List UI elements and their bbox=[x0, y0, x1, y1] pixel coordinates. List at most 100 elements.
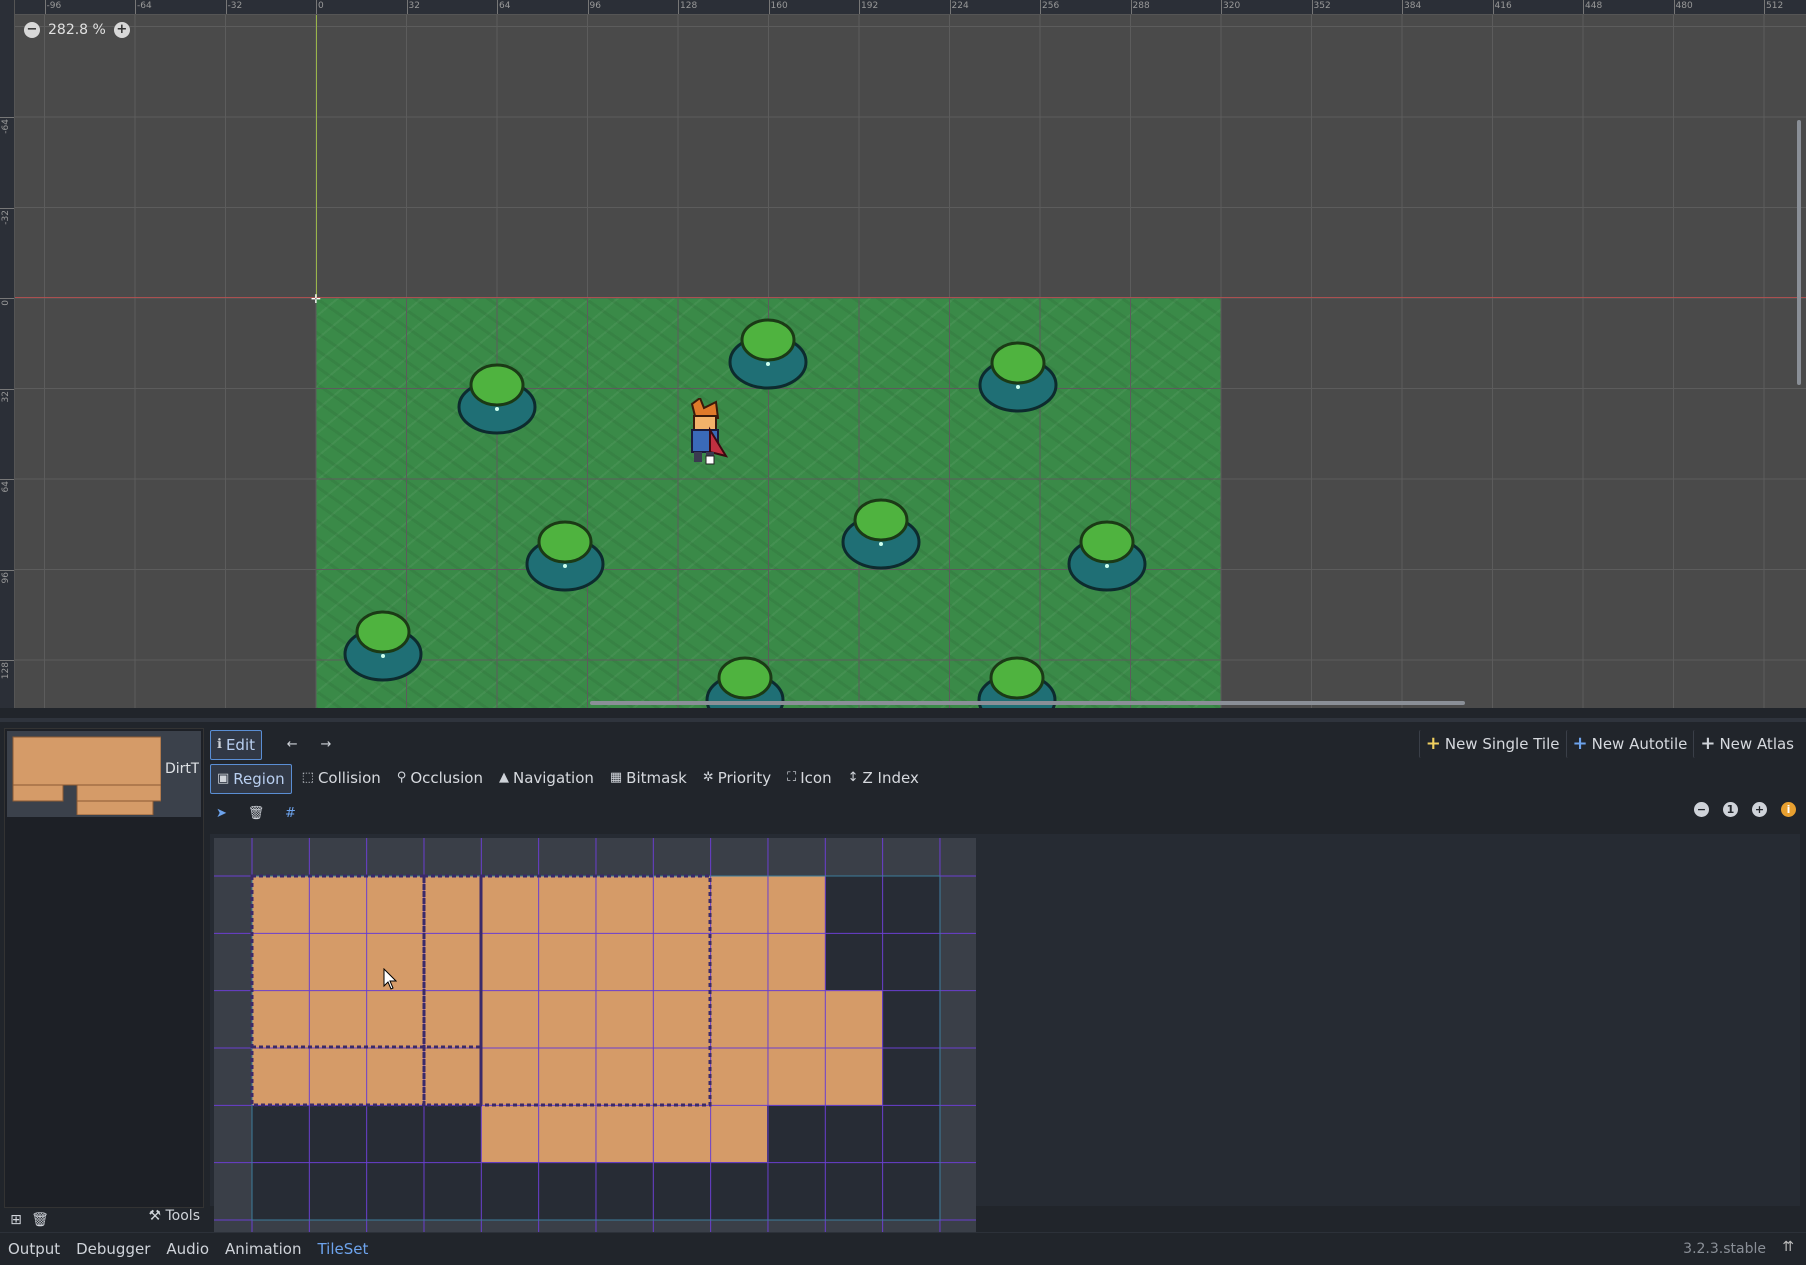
ruler-label: 256 bbox=[1042, 1, 1060, 11]
tools-button[interactable]: ⚒ Tools bbox=[148, 1208, 200, 1224]
new-atlas-button[interactable]: + New Atlas bbox=[1693, 730, 1800, 758]
edit-button[interactable]: ℹ Edit bbox=[210, 730, 263, 760]
ruler-label: 480 bbox=[1675, 1, 1693, 11]
trash-icon: 🗑 bbox=[247, 806, 265, 821]
tab-debugger[interactable]: Debugger bbox=[68, 1240, 158, 1258]
zoom-reset-icon[interactable]: 1 bbox=[1723, 802, 1738, 817]
player-sprite[interactable] bbox=[680, 398, 730, 468]
new-single-tile-label: New Single Tile bbox=[1444, 735, 1560, 753]
canvas-viewport[interactable]: ✛ -96 -64 -32 0 32 64 96 128 160 192 224 256 288 320 3… bbox=[0, 0, 1806, 708]
ruler-horizontal[interactable]: -96 -64 -32 0 32 64 96 128 160 192 224 256 288 320 352… bbox=[0, 0, 1806, 15]
new-autotile-button[interactable]: + New Autotile bbox=[1565, 730, 1694, 758]
ruler-label: -32 bbox=[227, 1, 243, 11]
tab-animation[interactable]: Animation bbox=[217, 1240, 309, 1258]
ruler-label: 320 bbox=[1223, 1, 1241, 11]
version-label: 3.2.3.stable bbox=[1683, 1241, 1766, 1257]
tab-icon[interactable]: ⛶ Icon bbox=[781, 764, 837, 792]
bush-sprite[interactable] bbox=[1066, 514, 1148, 592]
atlas-workspace[interactable] bbox=[210, 834, 1800, 1234]
zoom-in-icon[interactable]: + bbox=[113, 22, 130, 38]
x-axis-guide bbox=[14, 297, 1806, 298]
tab-collision[interactable]: ⬚ Collision bbox=[296, 764, 387, 792]
new-autotile-label: New Autotile bbox=[1591, 735, 1688, 753]
navigation-icon: ▲ bbox=[498, 770, 509, 785]
expand-panel-icon[interactable]: ⇈ bbox=[1782, 1239, 1794, 1255]
z-index-icon: ↕ bbox=[847, 770, 859, 785]
tab-label: Region bbox=[233, 770, 285, 788]
tab-occlusion[interactable]: ⚲ Occlusion bbox=[391, 764, 489, 792]
mouse-cursor-icon bbox=[383, 968, 397, 990]
ruler-vertical[interactable]: -64 -32 0 32 64 96 128 bbox=[0, 0, 15, 708]
tileset-atlas[interactable] bbox=[214, 838, 976, 1234]
tab-bitmask[interactable]: ▦ Bitmask bbox=[604, 764, 693, 792]
bush-sprite[interactable] bbox=[524, 514, 606, 592]
bush-sprite[interactable] bbox=[342, 604, 424, 682]
tile-list: DirtTileset bbox=[4, 728, 204, 1208]
bush-sprite[interactable] bbox=[976, 650, 1058, 708]
plus-icon: + bbox=[1425, 733, 1441, 754]
ruler-label: 96 bbox=[589, 1, 601, 11]
tab-label: Z Index bbox=[862, 769, 919, 787]
collision-icon: ⬚ bbox=[301, 770, 314, 785]
prev-tile-button[interactable]: ← bbox=[281, 731, 304, 759]
arrow-right-icon: → bbox=[320, 737, 332, 752]
plus-icon: + bbox=[1572, 733, 1588, 754]
bush-sprite[interactable] bbox=[840, 492, 922, 570]
tab-region[interactable]: ▣ Region bbox=[210, 764, 292, 794]
ruler-label: 192 bbox=[861, 1, 879, 11]
ruler-label: 0 bbox=[1, 300, 11, 306]
tab-label: Occlusion bbox=[410, 769, 483, 787]
bitmask-icon: ▦ bbox=[609, 770, 623, 785]
tile-name: DirtTileset bbox=[165, 761, 199, 777]
new-tile-buttons: + New Single Tile + New Autotile + New Atla… bbox=[1418, 730, 1800, 758]
ruler-tick bbox=[0, 388, 14, 390]
origin-marker: ✛ bbox=[311, 292, 322, 306]
tab-z-index[interactable]: ↕ Z Index bbox=[842, 764, 925, 792]
ruler-label: 160 bbox=[770, 1, 788, 11]
add-tile-icon[interactable]: ⊞ bbox=[4, 1208, 28, 1232]
tab-navigation[interactable]: ▲ Navigation bbox=[493, 764, 600, 792]
tile-list-item[interactable]: DirtTileset bbox=[7, 731, 201, 817]
edit-label: Edit bbox=[225, 736, 256, 754]
zoom-out-icon[interactable]: − bbox=[24, 22, 40, 38]
horizontal-scrollbar[interactable] bbox=[590, 701, 1465, 705]
priority-icon: ✲ bbox=[702, 770, 714, 785]
bush-sprite[interactable] bbox=[727, 312, 809, 390]
bush-sprite[interactable] bbox=[704, 650, 786, 708]
tab-priority[interactable]: ✲ Priority bbox=[697, 764, 777, 792]
erase-button[interactable]: 🗑 bbox=[242, 800, 271, 828]
new-single-tile-button[interactable]: + New Single Tile bbox=[1418, 730, 1566, 758]
select-tool-button[interactable]: ➤ bbox=[210, 800, 233, 828]
atlas-zoom-controls: − 1 + i bbox=[1694, 802, 1796, 817]
zoom-level[interactable]: 282.8 % bbox=[48, 22, 106, 38]
zoom-in-icon[interactable]: + bbox=[1752, 802, 1767, 817]
tile-list-tools: ⊞ 🗑 ⚒ Tools bbox=[4, 1206, 204, 1234]
region-icon: ▣ bbox=[217, 771, 230, 786]
mode-tabs: ▣ Region ⬚ Collision ⚲ Occlusion ▲ Navigatio… bbox=[210, 764, 925, 794]
ruler-label: 64 bbox=[1, 481, 11, 493]
tab-audio[interactable]: Audio bbox=[158, 1240, 217, 1258]
ruler-label: 384 bbox=[1404, 1, 1422, 11]
info-icon[interactable]: i bbox=[1781, 802, 1796, 817]
ruler-label: 0 bbox=[318, 1, 324, 11]
bush-sprite[interactable] bbox=[456, 357, 538, 435]
ruler-label: 64 bbox=[499, 1, 511, 11]
tab-tileset[interactable]: TileSet bbox=[309, 1240, 376, 1258]
ruler-label: 448 bbox=[1585, 1, 1603, 11]
zoom-out-icon[interactable]: − bbox=[1694, 802, 1709, 817]
occlusion-icon: ⚲ bbox=[396, 770, 407, 785]
viewport-grid bbox=[14, 14, 1806, 708]
ruler-tick bbox=[0, 660, 14, 661]
tileset-editor-panel: DirtTileset ⊞ 🗑 ⚒ Tools ℹEdit ← → +New S… bbox=[0, 718, 1806, 1234]
delete-icon[interactable]: 🗑 bbox=[28, 1208, 52, 1232]
ruler-label: -64 bbox=[137, 1, 152, 11]
tab-output[interactable]: Output bbox=[0, 1240, 68, 1258]
vertical-scrollbar[interactable] bbox=[1797, 120, 1801, 385]
bush-sprite[interactable] bbox=[977, 335, 1059, 413]
arrow-left-icon: ← bbox=[286, 737, 298, 752]
ruler-label: 288 bbox=[1132, 1, 1150, 11]
ruler-label: 96 bbox=[1, 571, 11, 583]
snap-grid-button[interactable]: # bbox=[279, 800, 302, 828]
edit-icon: ℹ bbox=[217, 737, 222, 752]
next-tile-button[interactable]: → bbox=[314, 731, 337, 759]
